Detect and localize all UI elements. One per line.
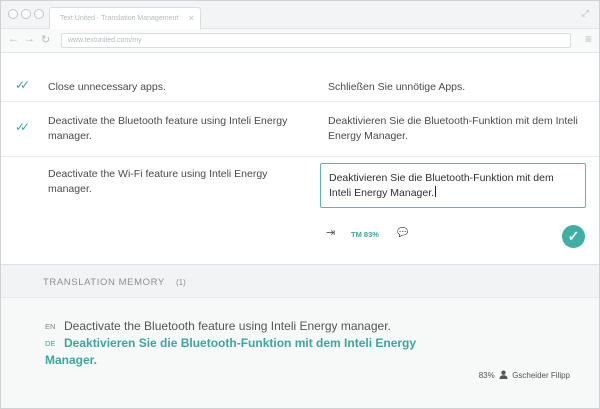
- segment-source: Close unnecessary apps.: [48, 81, 166, 93]
- confirmed-check-icon: ✓✓: [15, 120, 30, 134]
- source-language-code: EN: [45, 322, 56, 331]
- tm-match-percent: 83%: [478, 371, 495, 380]
- tm-target-text[interactable]: Deaktivieren Sie die Bluetooth-Funktion …: [45, 335, 425, 369]
- confirm-segment-button[interactable]: ✓: [562, 225, 585, 248]
- translation-memory-header[interactable]: TRANSLATION MEMORY (1): [1, 264, 599, 298]
- window-zoom-dot[interactable]: [34, 9, 44, 19]
- comment-icon[interactable]: 💬: [397, 227, 408, 238]
- insert-source-icon[interactable]: ⇥: [326, 226, 335, 239]
- reload-icon[interactable]: ↻: [41, 33, 50, 46]
- browser-window: Text United - Translation Management × ⤢…: [0, 0, 600, 409]
- browser-tab[interactable]: Text United - Translation Management ×: [49, 7, 201, 29]
- editor-text: Deaktivieren Sie die Bluetooth-Funktion …: [329, 172, 554, 199]
- tab-close-icon[interactable]: ×: [189, 13, 194, 23]
- translation-editor[interactable]: Deaktivieren Sie die Bluetooth-Funktion …: [320, 163, 586, 208]
- tm-panel-title: TRANSLATION MEMORY: [43, 277, 165, 288]
- segment-source: Deactivate the Wi-Fi feature using Intel…: [48, 168, 268, 195]
- segment-target[interactable]: Schließen Sie unnötige Apps.: [328, 80, 588, 95]
- menu-icon[interactable]: ≡: [585, 32, 592, 46]
- tm-match-badge[interactable]: TM 83%: [351, 230, 379, 239]
- browser-titlebar: Text United - Translation Management × ⤢: [1, 1, 599, 29]
- url-field[interactable]: www.textunited.com/my: [61, 33, 571, 48]
- back-icon[interactable]: ←: [8, 33, 19, 45]
- window-minimize-dot[interactable]: [21, 9, 31, 19]
- tm-match-count: (1): [176, 278, 186, 287]
- segment-target[interactable]: Deaktivieren Sie die Bluetooth-Funktion …: [328, 114, 588, 144]
- confirmed-check-icon: ✓✓: [15, 78, 30, 92]
- tm-match-meta: 83% Gscheider Filipp: [479, 370, 570, 380]
- tm-source-text: Deactivate the Bluetooth feature using I…: [64, 319, 391, 333]
- translation-memory-panel: TRANSLATION MEMORY (1) EN Deactivate the…: [1, 264, 599, 408]
- segment-row[interactable]: ✓✓ Close unnecessary apps. Schließen Sie…: [1, 54, 599, 102]
- segment-source: Deactivate the Bluetooth feature using I…: [48, 115, 288, 142]
- segment-row[interactable]: ✓✓ Deactivate the Bluetooth feature usin…: [1, 102, 599, 157]
- window-close-dot[interactable]: [8, 9, 18, 19]
- fullscreen-icon[interactable]: ⤢: [582, 8, 589, 19]
- text-caret: [435, 186, 437, 197]
- address-bar: ← → ↻ www.textunited.com/my ≡: [1, 29, 599, 53]
- user-icon: [499, 370, 508, 379]
- forward-icon[interactable]: →: [24, 33, 35, 45]
- tm-author: Gscheider Filipp: [512, 371, 570, 380]
- tab-title: Text United - Translation Management: [60, 15, 179, 22]
